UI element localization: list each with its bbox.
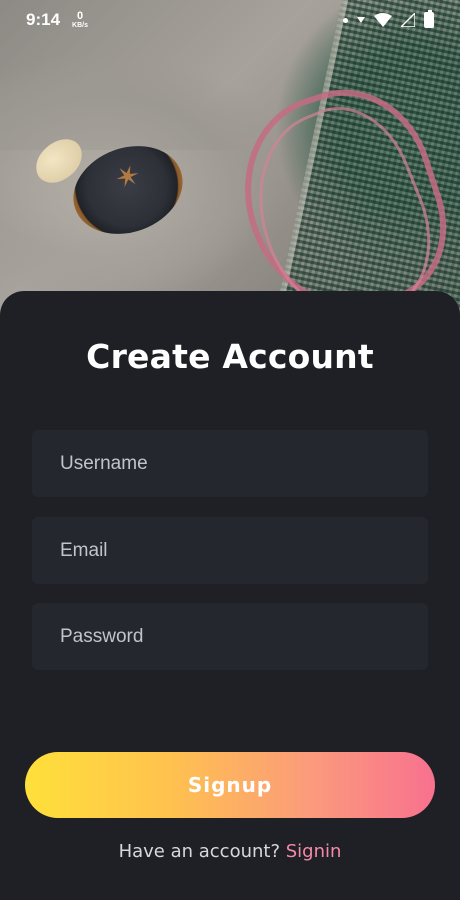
signal-icon [401,13,415,27]
signup-card: Create Account Signup Have an account? S… [0,291,460,900]
signin-link[interactable]: Signin [286,841,342,862]
network-speed-value: 0 [76,10,84,22]
notification-dot-icon [343,17,348,23]
battery-charging-icon [424,10,434,28]
hero-image: ✶ [0,0,460,320]
email-field[interactable] [32,517,428,584]
password-field[interactable] [32,603,428,670]
status-time: 9:14 [26,10,61,29]
status-bar: 9:14 0 KB/s [0,0,460,40]
data-arrow-icon [357,17,365,23]
wifi-icon [374,13,392,27]
signup-button[interactable]: Signup [25,752,435,818]
have-account-text: Have an account? [118,841,281,862]
network-speed: 0 KB/s [72,10,88,30]
network-speed-unit: KB/s [72,22,88,29]
status-icons [343,10,434,28]
page-title: Create Account [86,337,374,376]
username-field[interactable] [32,430,428,497]
signin-prompt: Have an account? Signin [0,841,460,862]
